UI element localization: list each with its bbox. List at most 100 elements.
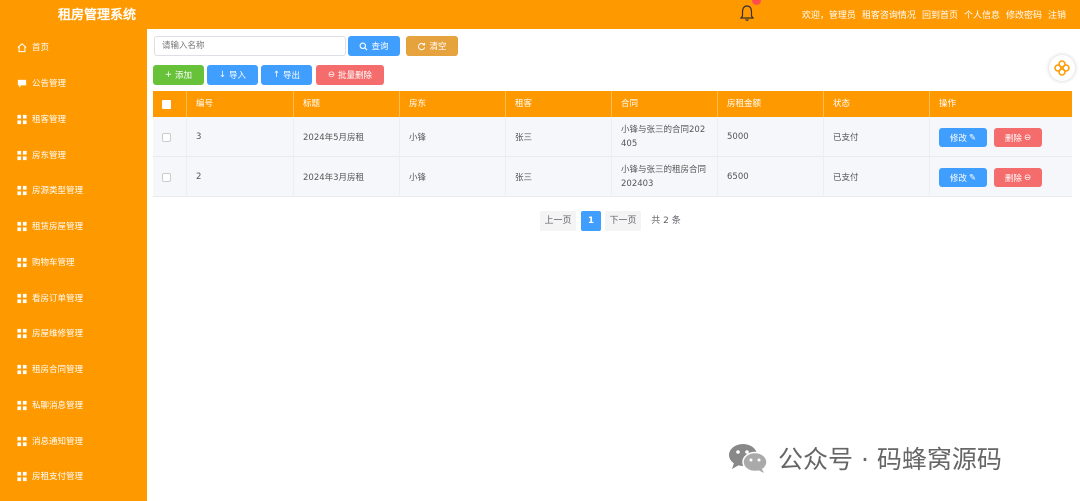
row-checkbox[interactable] (162, 172, 171, 182)
refresh-icon (418, 42, 426, 50)
batch-delete-button-label: 批量删除 (338, 71, 373, 81)
delete-button[interactable]: 删除 ⊖ (994, 168, 1042, 187)
prev-page-button[interactable]: 上一页 (540, 211, 576, 231)
cell-contract: 小锋与张三的合同202405 (612, 117, 718, 157)
app-title: 租房管理系统 (58, 8, 137, 23)
search-button-label: 查询 (371, 42, 389, 52)
total-count: 共 2 条 (651, 216, 681, 226)
sidebar-item-house-type[interactable]: 房源类型管理 (0, 175, 147, 205)
import-button[interactable]: ↓ 导入 (207, 65, 258, 85)
grid-icon (17, 400, 27, 410)
export-button-label: 导出 (283, 71, 301, 81)
cell-amount: 6500 (718, 157, 824, 197)
header-amount: 房租金额 (718, 91, 824, 117)
edit-button[interactable]: 修改 ✎ (939, 168, 987, 187)
row-select-cell (153, 117, 187, 157)
sidebar-item-label: 房租支付管理 (32, 472, 84, 482)
clear-button[interactable]: 清空 (406, 36, 458, 56)
sidebar-item-rental-house[interactable]: 租赁房屋管理 (0, 211, 147, 241)
row-select-cell (153, 157, 187, 197)
grid-icon (17, 114, 27, 124)
cell-status: 已支付 (824, 157, 930, 197)
top-links: 欢迎，管理员 租客咨询情况 回到首页 个人信息 修改密码 注销 (802, 8, 1066, 21)
cell-landlord: 小锋 (400, 157, 506, 197)
remove-circle-icon: ⊖ (1023, 172, 1032, 183)
floating-assistant-button[interactable] (1049, 55, 1075, 81)
export-button[interactable]: ↑ 导出 (261, 65, 312, 85)
next-page-button[interactable]: 下一页 (605, 211, 641, 231)
logout-link[interactable]: 注销 (1048, 8, 1066, 21)
page-1-button[interactable]: 1 (581, 211, 601, 231)
remove-circle-icon: ⊖ (1023, 132, 1032, 143)
grid-icon (17, 471, 27, 481)
notification-badge (752, 0, 761, 5)
sidebar-item-label: 租房合同管理 (32, 365, 84, 375)
cell-actions: 修改 ✎ 删除 ⊖ (930, 157, 1072, 197)
clear-button-label: 清空 (429, 42, 447, 52)
add-button[interactable]: + 添加 (153, 65, 204, 85)
cell-id: 3 (187, 117, 294, 157)
cell-actions: 修改 ✎ 删除 ⊖ (930, 117, 1072, 157)
change-password-link[interactable]: 修改密码 (1006, 8, 1042, 21)
sidebar-item-label: 房源类型管理 (32, 186, 84, 196)
sidebar-item-label: 看房订单管理 (32, 294, 84, 304)
delete-button[interactable]: 删除 ⊖ (994, 128, 1042, 147)
row-checkbox[interactable] (162, 132, 171, 142)
sidebar-item-label: 消息通知管理 (32, 437, 84, 447)
table-header: 编号 标题 房东 租客 合同 房租金额 状态 操作 (153, 91, 1072, 117)
search-button[interactable]: 查询 (348, 36, 400, 56)
sidebar-item-notification[interactable]: 消息通知管理 (0, 426, 147, 456)
profile-link[interactable]: 个人信息 (964, 8, 1000, 21)
sidebar-item-contract[interactable]: 租房合同管理 (0, 354, 147, 384)
header-actions: 操作 (939, 99, 957, 109)
sidebar-item-cart[interactable]: 购物车管理 (0, 247, 147, 277)
grid-icon (17, 328, 27, 338)
header-status: 状态 (824, 91, 930, 117)
header-contract: 合同 (612, 91, 718, 117)
edit-icon: ✎ (968, 132, 977, 143)
table-row: 3 2024年5月房租 小锋 张三 小锋与张三的合同202405 5000 已支… (153, 117, 1072, 157)
sidebar-item-repair[interactable]: 房屋维修管理 (0, 318, 147, 348)
watermark-text: 公众号 · 码蜂窝源码 (778, 445, 1002, 474)
sidebar-item-notice[interactable]: 公告管理 (0, 68, 147, 98)
arrow-up-icon: ↑ (272, 70, 281, 80)
welcome-text: 欢迎，管理员 (801, 11, 856, 21)
main-content: 查询 清空 + 添加 ↓ 导入 ↑ 导出 ⊖ 批量删除 编号 标题 房东 租客 … (147, 29, 1080, 501)
home-icon (17, 42, 27, 52)
cell-id: 2 (187, 157, 294, 197)
search-input[interactable] (154, 36, 346, 56)
sidebar-item-label: 房屋维修管理 (32, 329, 84, 339)
edit-button-label: 修改 (949, 133, 967, 144)
sidebar-item-landlord[interactable]: 房东管理 (0, 140, 147, 170)
header-tenant: 租客 (506, 91, 612, 117)
edit-button-label: 修改 (949, 173, 967, 184)
sidebar: 首页 公告管理 租客管理 房东管理 房源类型管理 租赁房屋管理 购物车管理 看房… (0, 29, 147, 501)
sidebar-item-home[interactable]: 首页 (0, 32, 147, 62)
sidebar-item-tenant[interactable]: 租客管理 (0, 104, 147, 134)
tenant-inquiry-link[interactable]: 租客咨询情况 (862, 8, 916, 21)
add-button-label: 添加 (175, 71, 193, 81)
grid-icon (17, 150, 27, 160)
grid-icon (17, 293, 27, 303)
sidebar-item-label: 购物车管理 (32, 258, 75, 268)
notice-icon (17, 79, 27, 88)
delete-button-label: 删除 (1004, 133, 1022, 144)
grid-icon (17, 185, 27, 195)
sidebar-item-label: 房东管理 (32, 151, 67, 161)
bell-icon[interactable] (739, 4, 755, 22)
wechat-icon (729, 444, 768, 473)
grid-icon (17, 221, 27, 231)
sidebar-item-private-message[interactable]: 私聊消息管理 (0, 390, 147, 420)
edit-button[interactable]: 修改 ✎ (939, 128, 987, 147)
select-all-checkbox[interactable] (162, 99, 171, 109)
sidebar-item-viewing-order[interactable]: 看房订单管理 (0, 283, 147, 313)
batch-delete-button[interactable]: ⊖ 批量删除 (316, 65, 384, 85)
cell-tenant: 张三 (506, 117, 612, 157)
remove-circle-icon: ⊖ (327, 70, 336, 80)
home-link[interactable]: 回到首页 (922, 8, 958, 21)
sidebar-item-rent-payment[interactable]: 房租支付管理 (0, 461, 147, 491)
header-title: 标题 (294, 91, 400, 117)
sidebar-item-label: 租客管理 (32, 115, 67, 125)
cell-landlord: 小锋 (400, 117, 506, 157)
cell-title: 2024年3月房租 (294, 157, 400, 197)
